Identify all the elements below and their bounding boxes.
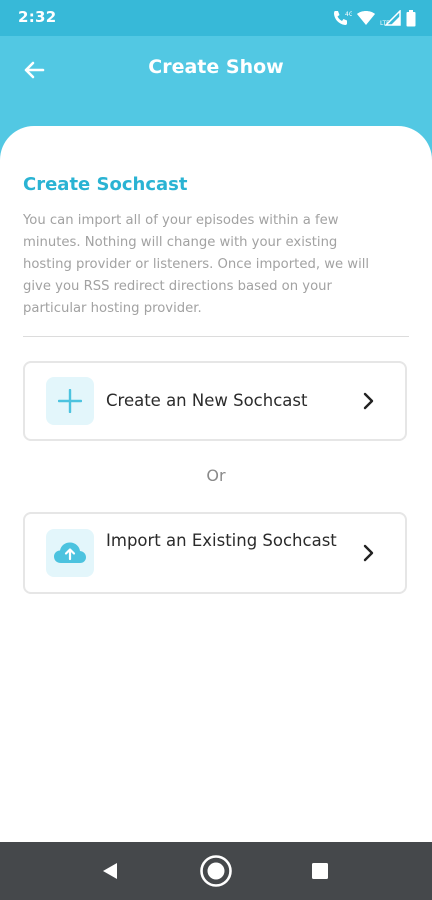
square-recents-icon — [312, 863, 328, 879]
status-icons: 4G LTE — [332, 8, 416, 28]
wifi-calling-icon: 4G — [332, 9, 352, 27]
content-card: Create Sochcast You can import all of yo… — [0, 126, 432, 842]
import-existing-sochcast-button[interactable]: Import an Existing Sochcast — [23, 512, 407, 594]
divider — [23, 336, 409, 337]
nav-recents-button[interactable] — [302, 842, 338, 900]
create-option-label: Create an New Sochcast — [106, 391, 308, 410]
lte-signal-icon: LTE — [380, 10, 402, 26]
plus-icon — [46, 377, 94, 425]
status-time: 2:32 — [18, 8, 57, 26]
import-option-label: Import an Existing Sochcast — [106, 531, 337, 550]
section-title: Create Sochcast — [23, 174, 188, 195]
nav-home-button[interactable] — [198, 842, 234, 900]
wifi-icon — [356, 10, 376, 26]
page-title: Create Show — [148, 56, 284, 78]
system-nav-bar — [0, 842, 432, 900]
status-bar: 2:32 4G LTE — [0, 0, 432, 36]
svg-text:4G: 4G — [345, 11, 352, 18]
battery-icon — [406, 9, 416, 27]
create-new-sochcast-button[interactable]: Create an New Sochcast — [23, 361, 407, 441]
nav-back-button[interactable] — [92, 842, 128, 900]
or-separator: Or — [206, 466, 226, 485]
chevron-right-icon — [361, 543, 375, 563]
triangle-back-icon — [103, 863, 117, 879]
cloud-upload-icon — [46, 529, 94, 577]
section-description: You can import all of your episodes with… — [23, 213, 370, 316]
chevron-right-icon — [361, 391, 375, 411]
circle-home-icon — [200, 855, 232, 887]
